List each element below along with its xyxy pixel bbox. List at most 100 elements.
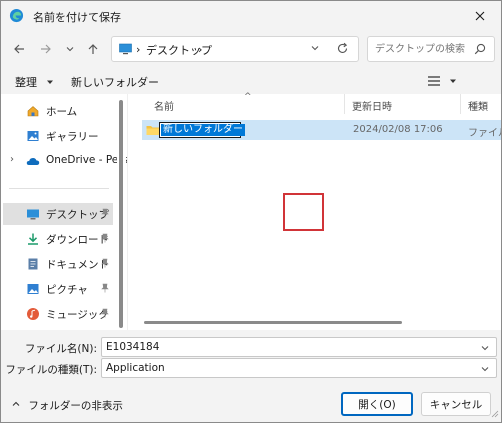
- column-header-type[interactable]: 種類: [468, 98, 488, 118]
- sidebar-item-home[interactable]: ホーム: [3, 100, 113, 122]
- arrow-left-icon: [14, 44, 24, 54]
- chevron-down-icon: [481, 346, 489, 351]
- pin-icon: [101, 233, 109, 246]
- filename-row: ファイル名(N): E1034184: [1, 337, 501, 359]
- arrow-up-icon: [88, 44, 98, 54]
- sidebar-item-pictures[interactable]: ピクチャ: [3, 278, 113, 300]
- filetype-row: ファイルの種類(T): Application: [1, 358, 501, 380]
- pin-icon: [101, 208, 109, 221]
- sidebar-item-downloads[interactable]: ダウンロード: [3, 228, 113, 250]
- window-title: 名前を付けて保存: [33, 11, 121, 24]
- close-icon: [475, 11, 485, 21]
- sidebar-item-label: ミュージック: [46, 309, 109, 321]
- highlight-box: [283, 193, 324, 231]
- table-row[interactable]: 新しいフォルダー 2024/02/08 17:06 ファイル フ: [142, 120, 501, 140]
- hide-folders-toggle[interactable]: フォルダーの非表示: [11, 398, 123, 413]
- sidebar-item-documents[interactable]: ドキュメント: [3, 253, 113, 275]
- cancel-button[interactable]: キャンセル: [421, 392, 491, 416]
- column-header-name[interactable]: 名前: [154, 98, 174, 118]
- chevron-up-icon: [12, 401, 20, 406]
- new-folder-button[interactable]: 新しいフォルダー: [71, 74, 159, 90]
- column-divider[interactable]: [344, 94, 345, 114]
- dialog-footer: フォルダーの非表示 開く(O) キャンセル: [1, 387, 501, 422]
- picture-icon: [26, 282, 40, 296]
- navigation-bar: › デスクトップ ›: [1, 31, 501, 65]
- refresh-button[interactable]: [336, 42, 349, 58]
- filename-history-button[interactable]: [480, 343, 490, 356]
- resize-grip-icon[interactable]: [491, 408, 499, 421]
- onedrive-icon: [26, 154, 40, 168]
- navigation-scrollbar[interactable]: [117, 94, 126, 330]
- music-icon: [26, 307, 40, 321]
- chevron-down-icon: [66, 47, 74, 52]
- rename-field[interactable]: 新しいフォルダー: [159, 122, 245, 138]
- organize-label: 整理: [15, 76, 37, 89]
- address-bar[interactable]: › デスクトップ ›: [111, 36, 359, 62]
- sidebar-divider: [9, 188, 109, 189]
- recent-locations-button[interactable]: [61, 40, 79, 58]
- row-type: ファイル フ: [468, 128, 501, 139]
- sidebar-item-label: デスクトップ: [46, 209, 109, 221]
- download-icon: [26, 232, 40, 246]
- filetype-dropdown-button[interactable]: [480, 364, 490, 377]
- sidebar-item-label: ピクチャ: [46, 284, 88, 296]
- rename-selected-text[interactable]: 新しいフォルダー: [161, 124, 245, 136]
- breadcrumb-chevron-icon[interactable]: ›: [198, 43, 202, 56]
- pin-icon: [101, 283, 109, 296]
- column-divider[interactable]: [460, 94, 461, 114]
- sidebar-item-label: ギャラリー: [46, 131, 99, 143]
- sidebar-item-label: ホーム: [46, 106, 78, 118]
- filename-value[interactable]: E1034184: [106, 341, 159, 353]
- search-input[interactable]: [368, 37, 468, 61]
- close-button[interactable]: [459, 1, 501, 31]
- sidebar-item-label: ダウンロード: [46, 234, 109, 246]
- filetype-select[interactable]: Application: [101, 358, 497, 378]
- desktop-icon: [119, 43, 132, 58]
- hide-folders-label: フォルダーの非表示: [28, 400, 123, 412]
- up-button[interactable]: [84, 40, 102, 58]
- file-list: ^ 名前 更新日時 種類 新しいフォルダー 2024/02/08 17:06 フ…: [127, 92, 501, 330]
- title-bar: 名前を付けて保存: [1, 1, 501, 31]
- horizontal-scrollbar[interactable]: [144, 321, 402, 324]
- filetype-value: Application: [106, 362, 165, 374]
- sidebar-item-gallery[interactable]: ギャラリー: [3, 125, 113, 147]
- edge-icon: [9, 8, 24, 23]
- filetype-label: ファイルの種類(T):: [5, 364, 97, 376]
- row-date: 2024/02/08 17:06: [353, 124, 443, 135]
- sidebar-item-onedrive[interactable]: › OneDrive - Perso: [3, 150, 134, 172]
- view-options-button[interactable]: [427, 75, 441, 90]
- view-dropdown-button[interactable]: [449, 75, 457, 88]
- folder-icon: [146, 124, 160, 139]
- save-as-dialog: 名前を付けて保存 › デスクトップ › デスクトップの検索 整理 新しいフォルダ…: [0, 0, 502, 423]
- pin-icon: [101, 308, 109, 321]
- sidebar-item-music[interactable]: ミュージック: [3, 303, 113, 325]
- breadcrumb-chevron-icon[interactable]: ›: [136, 43, 140, 56]
- expand-chevron-icon[interactable]: ›: [10, 154, 14, 165]
- back-button[interactable]: [10, 40, 28, 58]
- organize-button[interactable]: 整理: [15, 74, 54, 90]
- sidebar-item-desktop[interactable]: デスクトップ: [3, 203, 113, 225]
- address-dropdown-button[interactable]: [310, 43, 320, 56]
- sidebar-item-label: ドキュメント: [46, 259, 109, 271]
- column-header-date[interactable]: 更新日時: [352, 98, 392, 118]
- pin-icon: [101, 258, 109, 271]
- forward-button[interactable]: [37, 40, 55, 58]
- search-icon: [474, 43, 486, 58]
- arrow-right-icon: [41, 44, 51, 54]
- desktop-icon: [26, 207, 40, 221]
- gallery-icon: [26, 129, 40, 143]
- filename-field[interactable]: E1034184: [101, 337, 497, 357]
- open-button[interactable]: 開く(O): [341, 392, 413, 416]
- list-view-icon: [428, 76, 440, 86]
- home-icon: [26, 104, 40, 118]
- navigation-pane: ホーム ギャラリー › OneDrive - Perso デスクトップ ダウンロ…: [1, 94, 134, 330]
- search-box[interactable]: [367, 36, 495, 62]
- chevron-down-icon: [311, 46, 319, 51]
- filename-label: ファイル名(N):: [24, 343, 97, 355]
- caret-down-icon: [46, 80, 53, 84]
- scrollbar-thumb[interactable]: [119, 100, 123, 328]
- document-icon: [26, 257, 40, 271]
- caret-down-icon: [450, 79, 456, 83]
- refresh-icon: [337, 42, 348, 54]
- sort-ascending-icon: ^: [244, 92, 252, 102]
